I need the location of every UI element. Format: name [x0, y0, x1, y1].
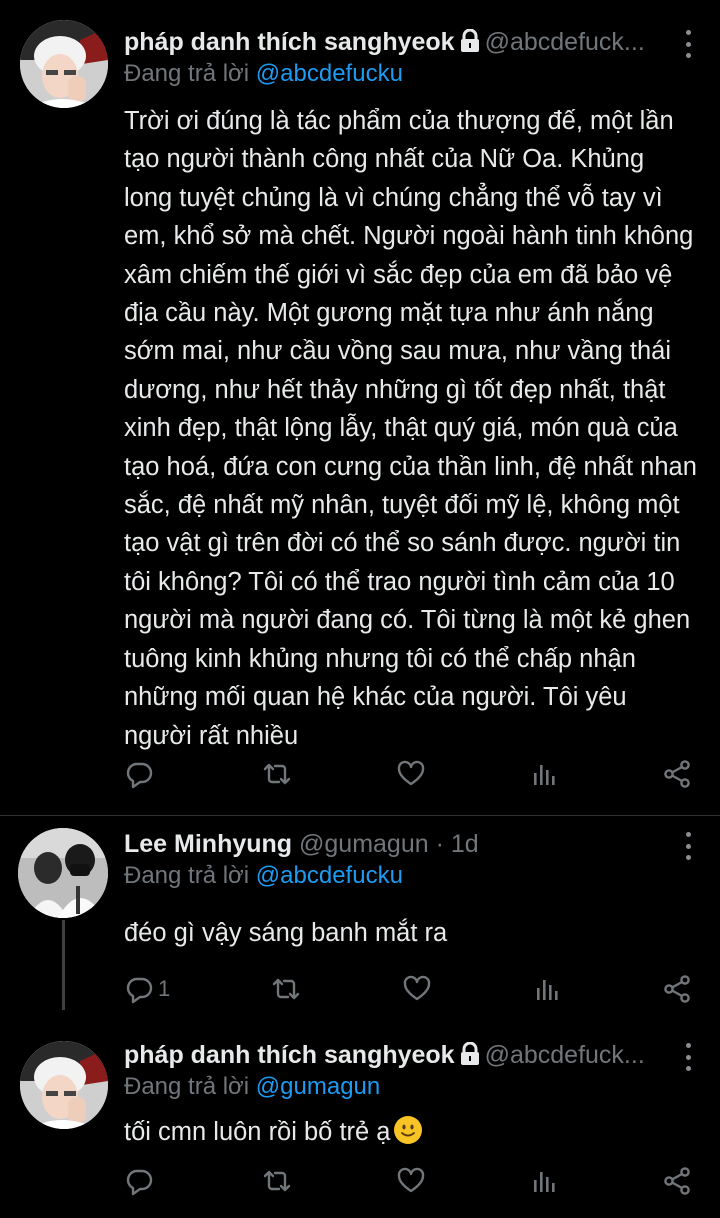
replying-to-label: Đang trả lời — [124, 862, 250, 889]
replying-to-handle[interactable]: @abcdefucku — [256, 862, 403, 889]
replying-to: Đang trả lời @abcdefucku — [124, 58, 403, 90]
tweet-header: pháp danh thích sanghyeok @abcdefuck... — [124, 1039, 660, 1074]
avatar[interactable] — [20, 1041, 108, 1129]
share-button[interactable] — [662, 1166, 692, 1196]
slightly-smiling-face-emoji — [394, 1116, 423, 1144]
reply-button[interactable] — [124, 1166, 158, 1196]
avatar[interactable] — [20, 20, 108, 108]
tweet-actions — [124, 754, 692, 794]
share-button[interactable] — [662, 759, 692, 789]
avatar-image — [20, 1041, 108, 1129]
avatar[interactable] — [18, 828, 108, 918]
retweet-icon — [270, 974, 302, 1004]
replying-to-label: Đang trả lời — [124, 1073, 250, 1100]
more-vertical-icon[interactable] — [684, 832, 692, 860]
tweet-text-container: tối cmn luôn rồi bố trẻ ạ — [124, 1113, 698, 1151]
share-icon — [662, 974, 692, 1004]
analytics-icon — [529, 1166, 559, 1196]
lock-icon — [459, 28, 481, 61]
retweet-icon — [261, 1166, 293, 1196]
tweet-actions — [124, 1161, 692, 1201]
views-button[interactable] — [532, 974, 562, 1004]
heart-icon — [396, 759, 426, 789]
share-icon — [662, 1166, 692, 1196]
retweet-button[interactable] — [261, 759, 293, 789]
more-vertical-icon[interactable] — [684, 1043, 692, 1071]
more-vertical-icon[interactable] — [684, 30, 692, 58]
views-button[interactable] — [529, 1166, 559, 1196]
avatar-image — [20, 20, 108, 108]
heart-icon — [396, 1166, 426, 1196]
tweet-header: Lee Minhyung @gumagun · 1d — [124, 828, 660, 860]
tweet-actions: 1 — [124, 969, 692, 1009]
reply-icon — [124, 974, 154, 1004]
display-name[interactable]: Lee Minhyung — [124, 830, 292, 858]
replying-to: Đang trả lời @gumagun — [124, 1071, 380, 1103]
display-name[interactable]: pháp danh thích sanghyeok — [124, 28, 455, 56]
analytics-icon — [532, 974, 562, 1004]
display-name[interactable]: pháp danh thích sanghyeok — [124, 1041, 455, 1069]
share-icon — [662, 759, 692, 789]
replying-to-label: Đang trả lời — [124, 60, 250, 87]
retweet-button[interactable] — [261, 1166, 293, 1196]
thread-connector — [62, 920, 65, 1010]
retweet-button[interactable] — [270, 974, 302, 1004]
reply-icon — [124, 759, 154, 789]
tweet-2[interactable]: Lee Minhyung @gumagun · 1d Đang trả lời … — [0, 816, 720, 1029]
like-button[interactable] — [396, 759, 426, 789]
reply-count: 1 — [158, 976, 171, 1001]
reply-button[interactable]: 1 — [124, 974, 170, 1004]
tweet-text: tối cmn luôn rồi bố trẻ ạ — [124, 1118, 391, 1146]
analytics-icon — [529, 759, 559, 789]
lock-icon — [459, 1041, 481, 1074]
views-button[interactable] — [529, 759, 559, 789]
share-button[interactable] — [662, 974, 692, 1004]
user-handle[interactable]: @abcdefuck... — [485, 1041, 645, 1069]
user-handle[interactable]: @abcdefuck... — [485, 28, 645, 56]
avatar-image — [18, 828, 108, 918]
reply-icon — [124, 1166, 154, 1196]
replying-to-handle[interactable]: @gumagun — [256, 1073, 380, 1100]
user-handle[interactable]: @gumagun · 1d — [299, 830, 479, 858]
reply-button[interactable] — [124, 759, 158, 789]
tweet-3[interactable]: pháp danh thích sanghyeok @abcdefuck... Đ… — [0, 1029, 720, 1218]
heart-icon — [402, 974, 432, 1004]
tweet-text: Trời ơi đúng là tác phẩm của thượng đế, … — [124, 107, 697, 750]
tweet-text: đéo gì vậy sáng banh mắt ra — [124, 919, 448, 947]
like-button[interactable] — [402, 974, 432, 1004]
replying-to-handle[interactable]: @abcdefucku — [256, 60, 403, 87]
retweet-icon — [261, 759, 293, 789]
tweet-1[interactable]: pháp danh thích sanghyeok @abcdefuck... Đ… — [0, 0, 720, 815]
tweet-header: pháp danh thích sanghyeok @abcdefuck... — [124, 26, 660, 61]
replying-to: Đang trả lời @abcdefucku — [124, 860, 403, 892]
like-button[interactable] — [396, 1166, 426, 1196]
